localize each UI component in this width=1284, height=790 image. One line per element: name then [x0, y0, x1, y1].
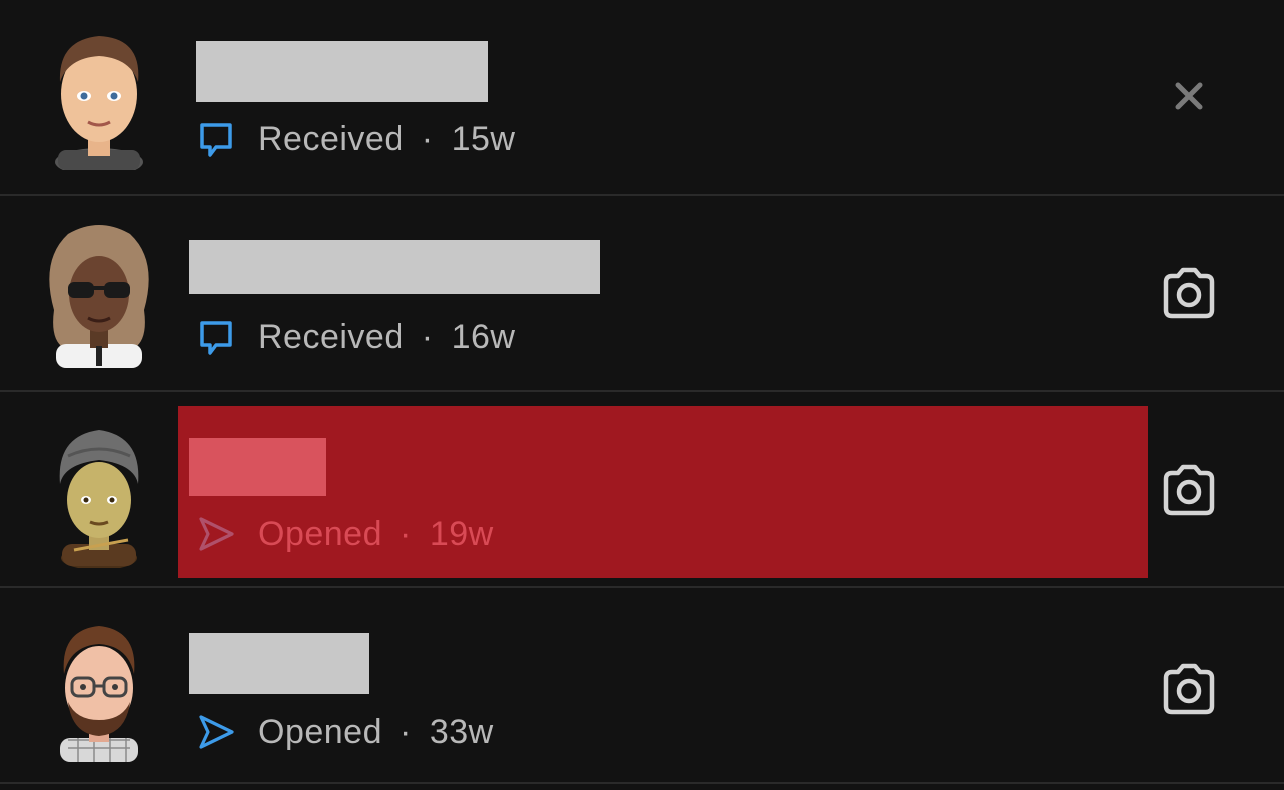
chat-row[interactable]: Received · 15w [0, 0, 1284, 196]
status-label: Received [258, 119, 404, 158]
chat-row[interactable]: Received · 16w [0, 196, 1284, 392]
separator: · [421, 119, 434, 158]
avatar[interactable] [38, 220, 160, 368]
send-arrow-icon [196, 712, 236, 752]
avatar-image [60, 626, 138, 762]
contact-name-redacted [189, 438, 326, 496]
separator: · [421, 317, 434, 356]
timestamp: 33w [429, 712, 494, 751]
camera-icon[interactable] [1156, 461, 1222, 521]
message-status: Opened · 19w [196, 511, 494, 557]
status-label: Opened [258, 514, 382, 553]
divider [0, 782, 1284, 784]
avatar-image [49, 225, 149, 368]
avatar-image [55, 36, 143, 170]
chat-row[interactable]: Opened · 33w [0, 588, 1284, 784]
timestamp: 19w [429, 514, 494, 553]
chat-bubble-icon [196, 119, 236, 159]
message-status: Opened · 33w [196, 709, 494, 755]
avatar[interactable] [38, 22, 160, 170]
close-icon[interactable] [1156, 67, 1222, 127]
message-status: Received · 16w [196, 314, 515, 360]
camera-icon[interactable] [1156, 264, 1222, 324]
avatar-image [59, 430, 139, 568]
contact-name-redacted [196, 41, 488, 102]
send-arrow-icon [196, 514, 236, 554]
contact-name-redacted [189, 240, 600, 294]
avatar[interactable] [38, 616, 160, 764]
avatar[interactable] [38, 420, 160, 568]
timestamp: 15w [451, 119, 516, 158]
separator: · [400, 514, 412, 553]
chat-bubble-icon [196, 317, 236, 357]
status-label: Opened [258, 712, 382, 751]
timestamp: 16w [451, 317, 516, 356]
message-status: Received · 15w [196, 116, 515, 162]
chat-row[interactable]: Opened · 19w [0, 392, 1284, 588]
camera-icon[interactable] [1156, 660, 1222, 720]
status-label: Received [258, 317, 404, 356]
separator: · [400, 712, 412, 751]
contact-name-redacted [189, 633, 369, 694]
